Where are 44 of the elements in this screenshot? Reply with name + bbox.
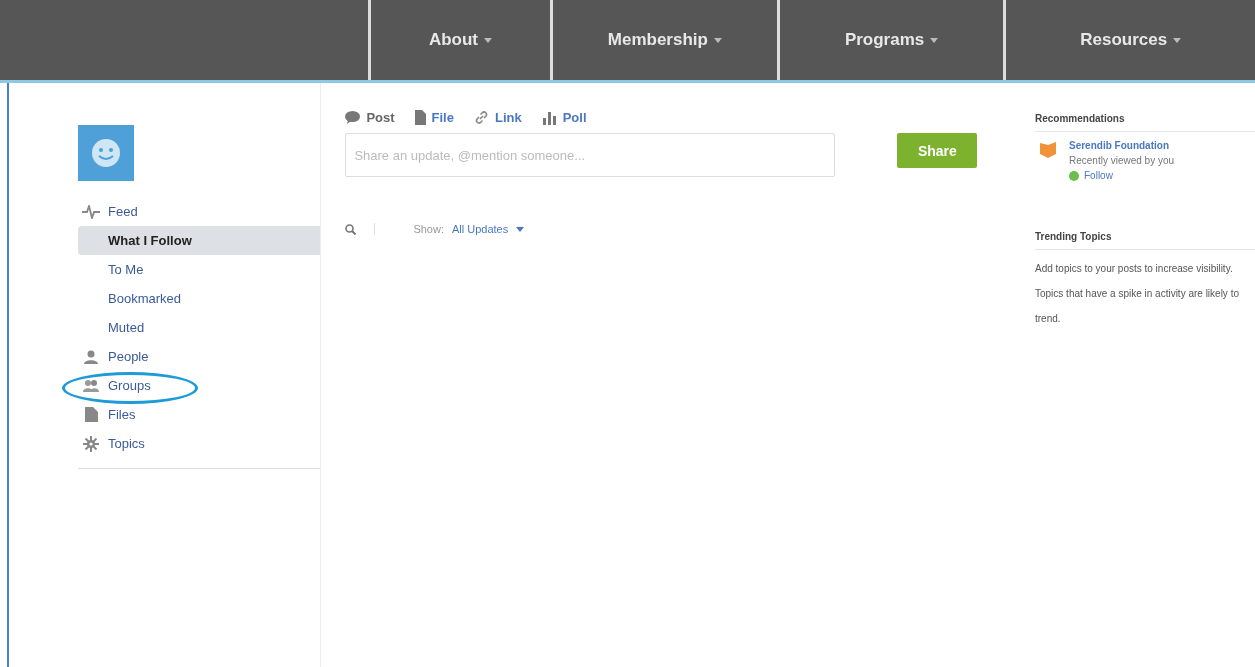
caret-icon <box>516 226 525 232</box>
caret-icon <box>484 37 493 43</box>
caret-icon <box>1173 37 1182 43</box>
composer-tab[interactable]: Link <box>473 109 522 125</box>
nav-menu-item[interactable]: About <box>368 0 550 80</box>
sidebar-item[interactable]: Files <box>78 400 321 429</box>
section-title: Recommendations <box>1035 113 1255 132</box>
link-icon <box>473 109 489 125</box>
sidebar-subitem[interactable]: Bookmarked <box>78 284 321 313</box>
avatar-icon <box>78 125 134 181</box>
people-icon <box>83 378 99 393</box>
filter-dropdown[interactable]: All Updates <box>451 223 525 235</box>
sidebar-subitem[interactable]: What I Follow <box>78 226 321 255</box>
sidebar-subitem[interactable]: Muted <box>78 313 321 342</box>
person-icon <box>83 349 99 364</box>
sidebar-subitem[interactable]: To Me <box>78 255 321 284</box>
composer-tab[interactable]: Poll <box>541 109 587 125</box>
sidebar-item[interactable]: People <box>78 342 321 371</box>
sidebar-item[interactable]: Groups <box>78 371 321 400</box>
folder-icon <box>1039 140 1057 158</box>
status-dot-icon <box>1069 170 1079 181</box>
recommendation-link[interactable]: Serendib Foundation <box>1069 140 1175 151</box>
bar-chart-icon <box>541 109 557 125</box>
trending-text: Add topics to your posts to increase visibility. Topics that have a spike in activity are likely to trend. <box>1035 262 1240 326</box>
pulse-icon <box>82 204 100 219</box>
nav-menu-item[interactable]: Programs <box>776 0 1004 80</box>
document-icon <box>84 407 98 422</box>
nav-menu-item[interactable]: Resources <box>1003 0 1255 80</box>
search-icon[interactable] <box>345 223 357 235</box>
caret-icon <box>713 37 722 43</box>
recommendation-note: Recently viewed by you <box>1069 155 1175 166</box>
composer-tab[interactable]: Post <box>345 109 395 125</box>
sidebar-item[interactable]: Topics <box>78 429 321 458</box>
update-input[interactable]: Share an update, @mention someone... <box>345 133 836 177</box>
gear-icon <box>83 435 99 452</box>
composer-tab[interactable]: File <box>414 109 454 125</box>
filter-label: Show: <box>413 223 444 235</box>
nav-menu-item[interactable]: Membership <box>550 0 777 80</box>
document-icon <box>414 109 426 125</box>
sidebar-item[interactable]: Feed <box>78 197 321 226</box>
follow-link[interactable]: Follow <box>1069 170 1175 181</box>
speech-bubble-icon <box>345 110 361 124</box>
section-title: Trending Topics <box>1035 231 1255 250</box>
caret-icon <box>930 37 939 43</box>
